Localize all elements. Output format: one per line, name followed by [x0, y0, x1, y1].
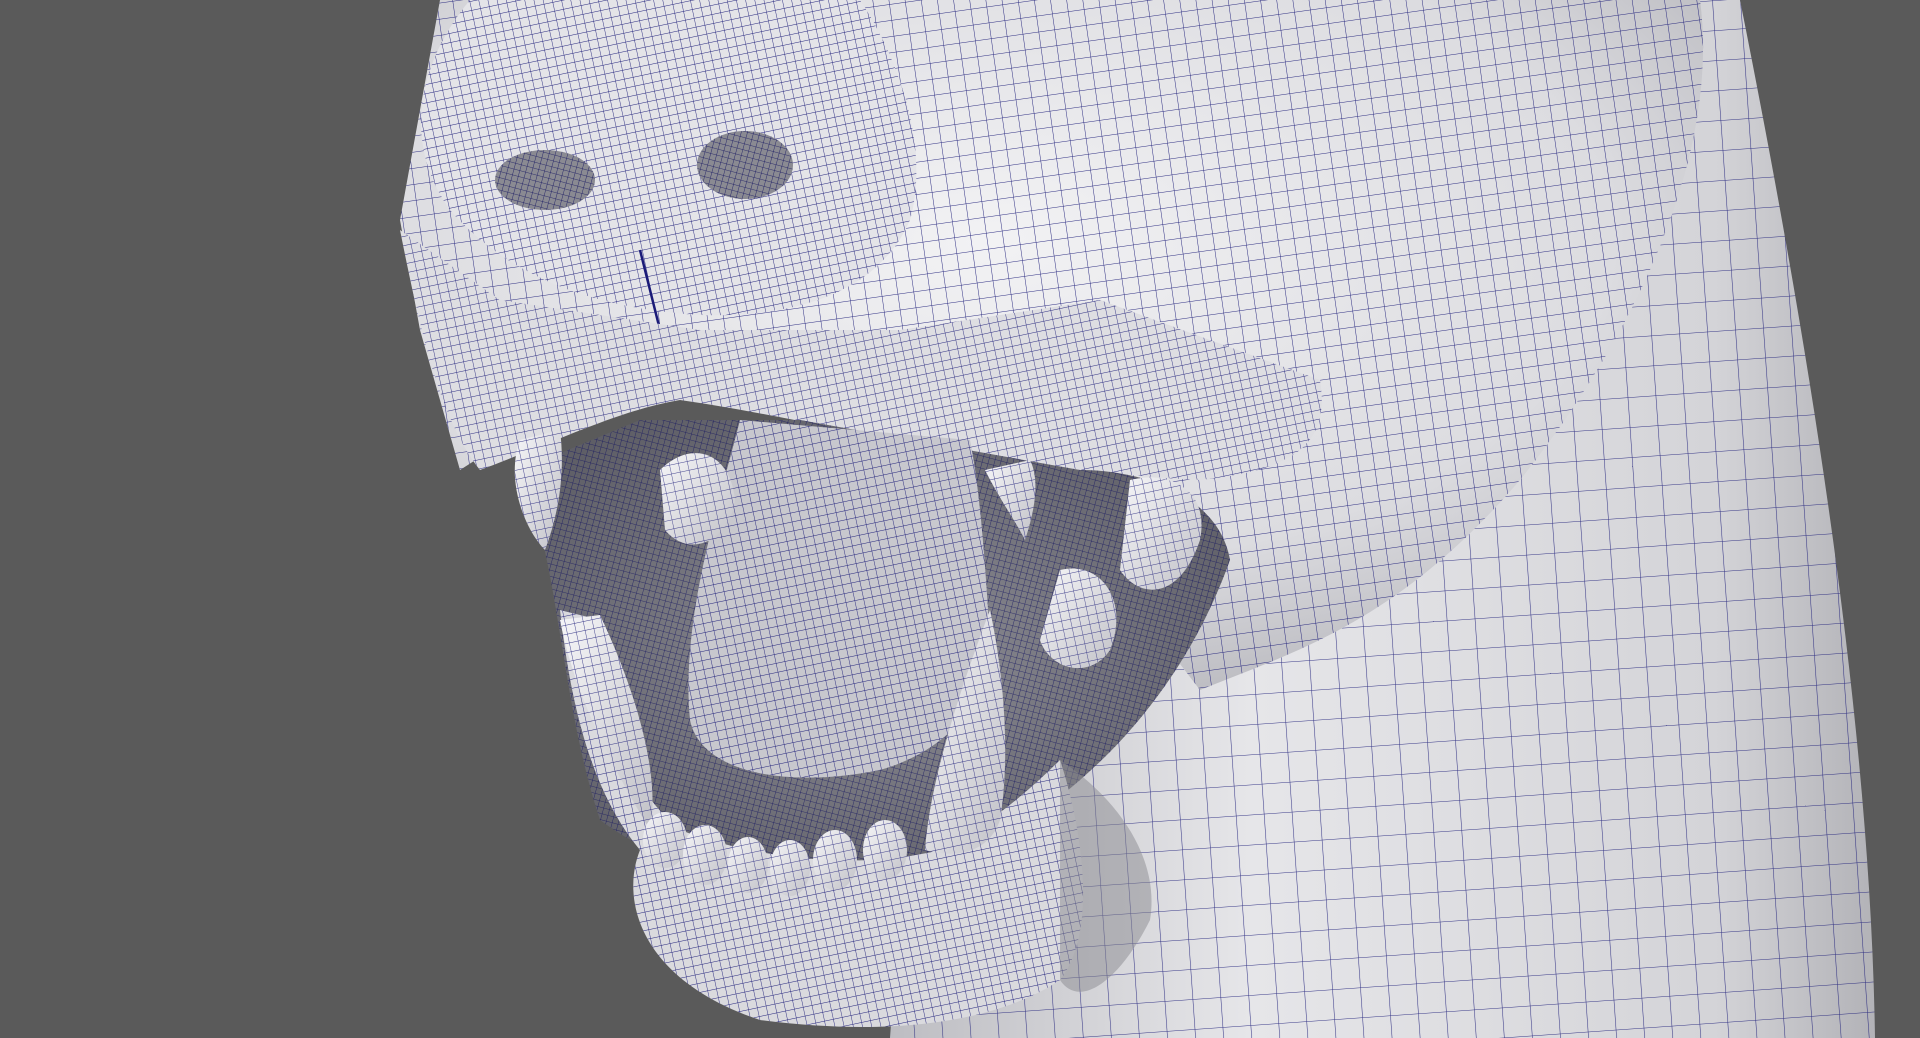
- viewport-scene[interactable]: [0, 0, 1920, 1038]
- 3d-viewport[interactable]: [0, 0, 1920, 1038]
- tongue-mesh[interactable]: [688, 420, 990, 778]
